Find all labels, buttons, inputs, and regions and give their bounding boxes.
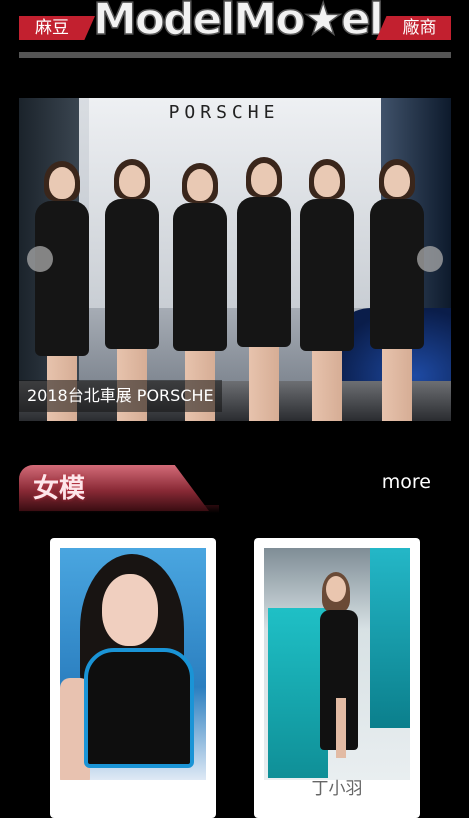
hero-carousel[interactable]: PORSCHE xyxy=(19,98,451,421)
model-card[interactable]: 丁小羽 xyxy=(254,538,420,818)
more-link[interactable]: more xyxy=(382,467,431,497)
model-figure xyxy=(231,157,297,421)
model-figure xyxy=(364,159,430,421)
carousel-prev-icon[interactable] xyxy=(27,246,53,272)
brand-sign: PORSCHE xyxy=(168,102,280,123)
section-title: 女模 xyxy=(33,474,86,504)
model-photo[interactable] xyxy=(60,548,206,780)
carousel-caption[interactable]: 2018台北車展 PORSCHE xyxy=(19,380,222,412)
carousel-next-icon[interactable] xyxy=(417,246,443,272)
vendors-nav-tag[interactable]: 廠商 xyxy=(376,16,451,40)
header-divider xyxy=(19,52,451,58)
model-photo[interactable] xyxy=(264,548,410,780)
model-card[interactable] xyxy=(50,538,216,818)
site-header: 麻豆 ModelMo★el 廠商 xyxy=(0,0,469,60)
model-name[interactable]: 丁小羽 xyxy=(254,774,420,799)
model-figure xyxy=(294,159,360,421)
female-models-section-header: 女模 more xyxy=(19,465,451,513)
site-logo[interactable]: ModelMo★el xyxy=(92,0,384,44)
models-nav-tag[interactable]: 麻豆 xyxy=(19,16,95,40)
